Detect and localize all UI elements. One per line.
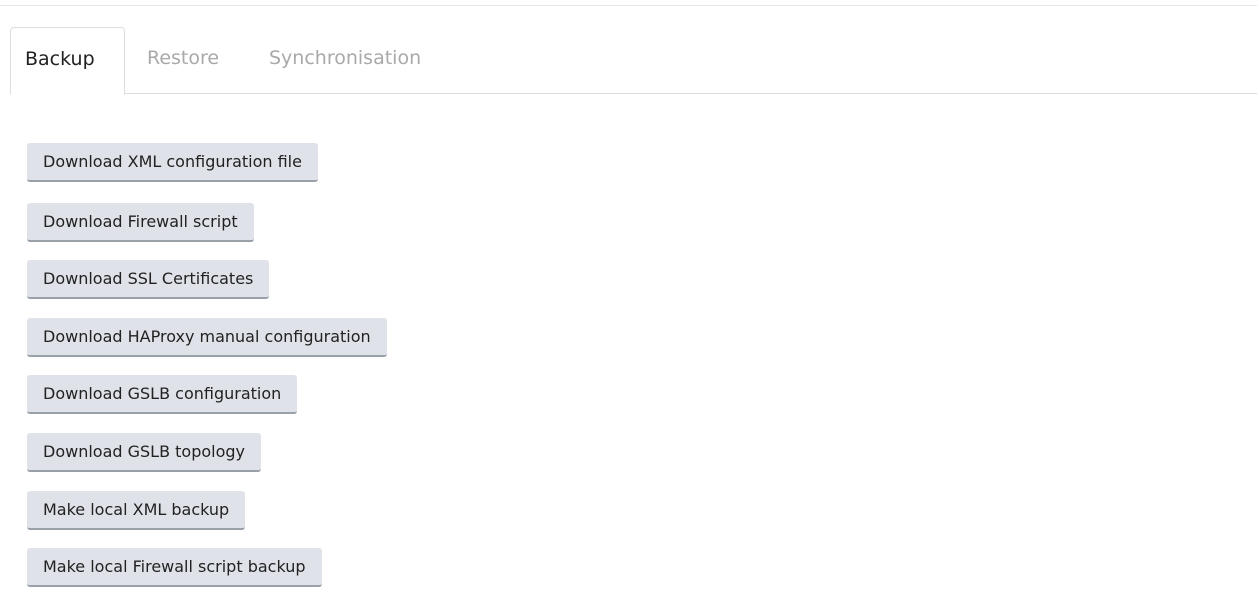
download-firewall-script-button[interactable]: Download Firewall script [27,203,254,242]
make-local-xml-backup-button[interactable]: Make local XML backup [27,491,246,530]
make-local-firewall-script-backup-button[interactable]: Make local Firewall script backup [27,548,322,587]
download-xml-configuration-button[interactable]: Download XML configuration file [27,143,318,182]
download-haproxy-configuration-button[interactable]: Download HAProxy manual configuration [27,318,387,357]
download-ssl-certificates-button[interactable]: Download SSL Certificates [27,260,270,299]
tab-bar: Backup Restore Synchronisation [10,27,1257,95]
tab-synchronisation[interactable]: Synchronisation [269,27,421,94]
tab-restore[interactable]: Restore [147,27,219,94]
download-gslb-topology-button[interactable]: Download GSLB topology [27,433,262,472]
top-divider [0,5,1257,6]
download-gslb-configuration-button[interactable]: Download GSLB configuration [27,375,298,414]
tab-backup[interactable]: Backup [10,27,125,95]
